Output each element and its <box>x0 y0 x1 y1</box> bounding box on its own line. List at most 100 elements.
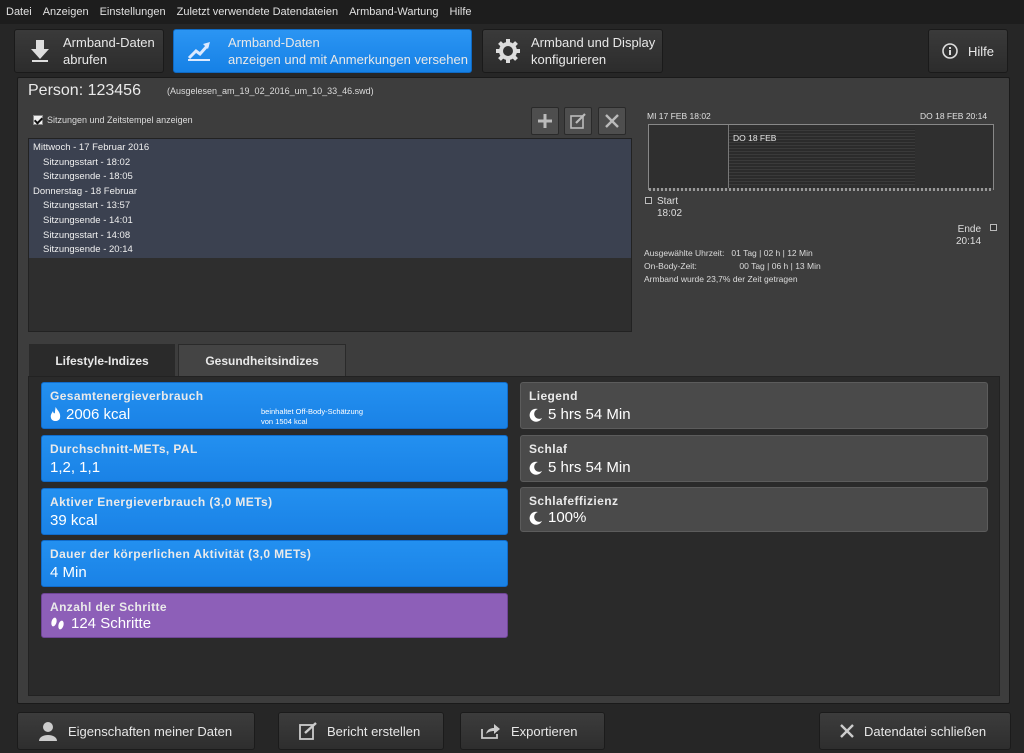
end-marker-text: Ende 20:14 <box>956 224 982 247</box>
card-mets-pal[interactable]: Durchschnitt-METs, PAL 1,2, 1,1 <box>41 435 508 482</box>
edit-timestamp-button[interactable] <box>564 107 592 135</box>
session-day-row[interactable]: Donnerstag - 18 Februar <box>29 185 631 200</box>
configure-label: Armband und Display konfigurieren <box>531 35 656 67</box>
card-value: 4 Min <box>50 564 87 581</box>
card-value: 5 hrs 54 Min <box>548 406 631 423</box>
start-handle[interactable] <box>645 197 652 204</box>
export-label: Exportieren <box>511 723 578 739</box>
card-active-energy[interactable]: Aktiver Energieverbrauch (3,0 METs) 39 k… <box>41 488 508 535</box>
data-properties-label: Eigenschaften meiner Daten <box>68 723 233 739</box>
show-sessions-label: Sitzungen und Zeitstempel anzeigen <box>47 115 193 125</box>
session-entry-row[interactable]: Sitzungsstart - 14:08 <box>29 229 631 244</box>
timeline-end-label: DO 18 FEB 20:14 <box>920 111 988 121</box>
session-entry-row[interactable]: Sitzungsstart - 13:57 <box>29 199 631 214</box>
card-value: 124 Schritte <box>71 615 152 632</box>
day-divider <box>728 125 729 189</box>
onbody-time-row: On-Body-Zeit: 00 Tag | 06 h | 13 Min <box>644 261 821 271</box>
delete-timestamp-button[interactable] <box>598 107 626 135</box>
edit-icon <box>570 113 586 129</box>
worn-percentage-text: Armband wurde 23,7% der Zeit getragen <box>644 274 798 284</box>
person-icon <box>38 721 58 741</box>
card-value-row: 100% <box>529 509 586 526</box>
person-title: Person: 123456 <box>28 82 141 99</box>
close-datafile-button[interactable]: Datendatei schließen <box>819 712 1011 750</box>
session-day-row[interactable]: Mittwoch - 17 Februar 2016 <box>29 141 631 156</box>
card-total-energy[interactable]: Gesamtenergieverbrauch 2006 kcal beinhal… <box>41 382 508 429</box>
chart-trend-icon <box>186 38 212 64</box>
sessions-list: Mittwoch - 17 Februar 2016 Sitzungsstart … <box>29 139 631 258</box>
help-label: Hilfe <box>967 43 994 59</box>
card-value-row: 5 hrs 54 Min <box>529 406 631 423</box>
close-icon <box>840 724 854 738</box>
tab-health[interactable]: Gesundheitsindizes <box>178 344 346 377</box>
view-data-button[interactable]: Armband-Daten anzeigen und mit Anmerkunge… <box>173 29 472 73</box>
flame-icon <box>50 406 61 423</box>
session-entry-row[interactable]: Sitzungsstart - 18:02 <box>29 156 631 171</box>
card-lying[interactable]: Liegend 5 hrs 54 Min <box>520 382 988 429</box>
selected-time-row: Ausgewählte Uhrzeit: 01 Tag | 02 h | 12 … <box>644 248 813 258</box>
card-steps[interactable]: Anzahl der Schritte 124 Schritte <box>41 593 508 638</box>
create-report-button[interactable]: Bericht erstellen <box>278 712 444 750</box>
card-value: 2006 kcal <box>66 406 131 423</box>
info-icon <box>942 43 958 59</box>
help-button[interactable]: Hilfe <box>928 29 1008 73</box>
menu-armband-wartung[interactable]: Armband-Wartung <box>349 6 438 18</box>
card-value: 1,2, 1,1 <box>50 459 101 476</box>
sessions-list-box: Mittwoch - 17 Februar 2016 Sitzungsstart … <box>28 138 632 332</box>
card-activity-duration[interactable]: Dauer der körperlichen Aktivität (3,0 ME… <box>41 540 508 587</box>
card-title: Gesamtenergieverbrauch <box>50 389 204 403</box>
off-body-note: beinhaltet Off-Body-Schätzung von 1504 kc… <box>261 407 364 426</box>
session-entry-row[interactable]: Sitzungsende - 20:14 <box>29 243 631 258</box>
fetch-data-button[interactable]: Armband-Daten abrufen <box>14 29 164 73</box>
add-timestamp-button[interactable] <box>531 107 559 135</box>
card-title: Schlaf <box>529 442 568 456</box>
moon-icon <box>529 511 543 525</box>
data-properties-button[interactable]: Eigenschaften meiner Daten <box>17 712 255 750</box>
card-value: 100% <box>548 509 587 526</box>
tab-lifestyle[interactable]: Lifestyle-Indizes <box>29 344 175 377</box>
plus-icon <box>538 114 552 128</box>
menu-hilfe[interactable]: Hilfe <box>450 6 472 18</box>
menu-anzeigen[interactable]: Anzeigen <box>43 6 89 18</box>
moon-icon <box>529 408 543 422</box>
menu-einstellungen[interactable]: Einstellungen <box>100 6 166 18</box>
footsteps-icon <box>50 617 66 631</box>
card-title: Liegend <box>529 389 578 403</box>
export-icon <box>481 723 501 739</box>
timeline-chart[interactable]: DO 18 FEB <box>648 124 994 191</box>
gear-icon <box>495 38 521 64</box>
card-title: Schlafeffizienz <box>529 494 619 508</box>
menu-bar: Datei Anzeigen Einstellungen Zuletzt ver… <box>0 0 1024 24</box>
session-entry-row[interactable]: Sitzungsende - 14:01 <box>29 214 631 229</box>
card-sleep[interactable]: Schlaf 5 hrs 54 Min <box>520 435 988 482</box>
card-value-row: 5 hrs 54 Min <box>529 459 631 476</box>
session-entry-row[interactable]: Sitzungsende - 18:05 <box>29 170 631 185</box>
card-value-row: 124 Schritte <box>50 615 151 632</box>
card-sleep-efficiency[interactable]: Schlafeffizienz 100% <box>520 487 988 532</box>
card-value-row: 2006 kcal <box>50 406 130 423</box>
checkbox-checked-icon[interactable] <box>33 115 43 125</box>
card-value: 39 kcal <box>50 512 98 529</box>
export-button[interactable]: Exportieren <box>460 712 605 750</box>
configure-button[interactable]: Armband und Display konfigurieren <box>482 29 663 73</box>
card-value: 5 hrs 54 Min <box>548 459 631 476</box>
edit-icon <box>299 722 317 740</box>
card-title: Dauer der körperlichen Aktivität (3,0 ME… <box>50 547 312 561</box>
card-title: Durchschnitt-METs, PAL <box>50 442 198 456</box>
end-handle[interactable] <box>990 224 997 231</box>
card-title: Aktiver Energieverbrauch (3,0 METs) <box>50 495 273 509</box>
menu-datei[interactable]: Datei <box>6 6 32 18</box>
create-report-label: Bericht erstellen <box>327 723 421 739</box>
show-sessions-checkbox[interactable]: Sitzungen und Zeitstempel anzeigen <box>33 115 193 125</box>
download-arrow-icon <box>27 38 53 64</box>
moon-icon <box>529 461 543 475</box>
timeline-start-label: MI 17 FEB 18:02 <box>647 111 711 121</box>
close-icon <box>605 114 619 128</box>
timeline-ticks <box>649 188 993 191</box>
view-data-label: Armband-Daten anzeigen und mit Anmerkunge… <box>228 35 468 67</box>
start-marker-text: Start 18:02 <box>657 196 683 219</box>
close-datafile-label: Datendatei schließen <box>864 723 987 739</box>
menu-recent-files[interactable]: Zuletzt verwendete Datendateien <box>177 6 338 18</box>
timeline-day-label: DO 18 FEB <box>733 133 777 143</box>
card-title: Anzahl der Schritte <box>50 600 167 614</box>
